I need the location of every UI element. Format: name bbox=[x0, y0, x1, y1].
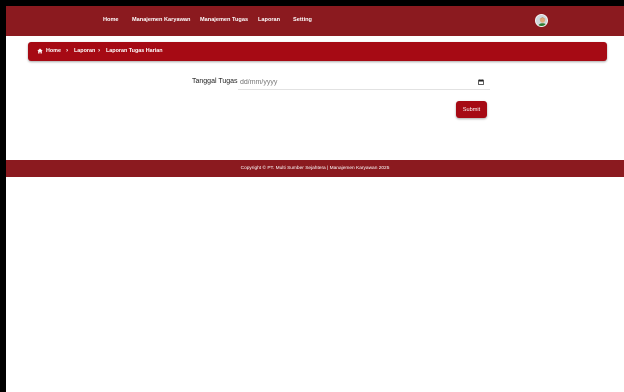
nav-item-setting[interactable]: Setting bbox=[293, 17, 312, 23]
tanggal-tugas-date-input[interactable] bbox=[238, 76, 490, 90]
breadcrumb-separator: › bbox=[66, 47, 69, 54]
page: Home Manajemen Karyawan Manajemen Tugas … bbox=[6, 6, 624, 392]
breadcrumb-home[interactable]: Home bbox=[46, 48, 61, 54]
submit-button[interactable]: Submit bbox=[456, 101, 487, 118]
breadcrumb: Home › Laporan › Laporan Tugas Harian bbox=[28, 42, 607, 61]
user-avatar-icon bbox=[536, 15, 547, 26]
breadcrumb-current: Laporan Tugas Harian bbox=[106, 48, 163, 54]
nav-item-home[interactable]: Home bbox=[103, 17, 119, 23]
nav-item-laporan[interactable]: Laporan bbox=[258, 17, 280, 23]
footer-copyright: Copyright © PT. Multi Sumber Sejahtera |… bbox=[240, 166, 390, 171]
user-avatar[interactable] bbox=[535, 14, 548, 27]
tanggal-tugas-label: Tanggal Tugas : bbox=[192, 78, 242, 85]
footer: Copyright © PT. Multi Sumber Sejahtera |… bbox=[6, 160, 624, 177]
home-icon bbox=[37, 48, 43, 54]
calendar-icon[interactable] bbox=[478, 79, 484, 85]
nav-item-manajemen-karyawan[interactable]: Manajemen Karyawan bbox=[132, 17, 190, 23]
breadcrumb-laporan[interactable]: Laporan bbox=[74, 48, 95, 54]
top-navbar: Home Manajemen Karyawan Manajemen Tugas … bbox=[6, 6, 624, 36]
nav-item-manajemen-tugas[interactable]: Manajemen Tugas bbox=[200, 17, 248, 23]
breadcrumb-separator: › bbox=[98, 47, 101, 54]
